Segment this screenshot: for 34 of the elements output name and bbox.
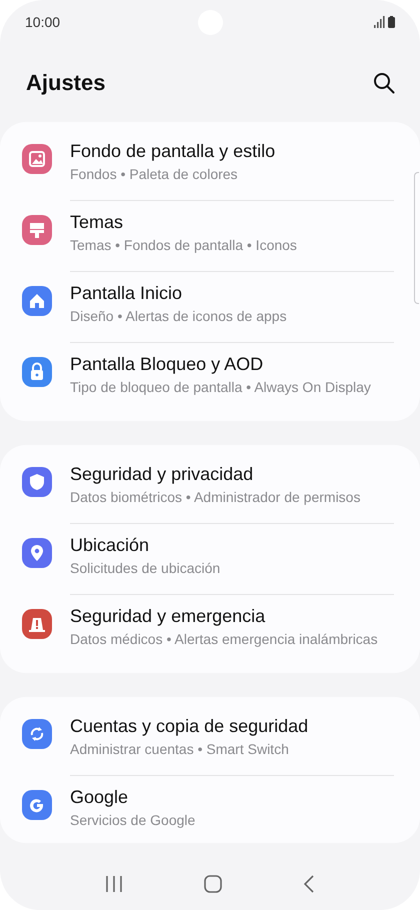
settings-item[interactable]: Ubicación Solicitudes de ubicación xyxy=(0,524,420,595)
settings-item[interactable]: Seguridad y emergencia Datos médicos • Alertas emergencia inalámbricas xyxy=(0,595,420,665)
item-title: Seguridad y emergencia xyxy=(70,605,266,627)
item-title: Pantalla Bloqueo y AOD xyxy=(70,353,264,375)
item-title: Temas xyxy=(70,211,124,233)
settings-item[interactable]: Cuentas y copia de seguridad Administrar cuentas • Smart Switch xyxy=(0,705,420,776)
item-subtitle: Temas • Fondos de pantalla • Iconos xyxy=(70,236,298,255)
settings-item[interactable]: Fondo de pantalla y estilo Fondos • Paleta de colores xyxy=(0,130,420,201)
item-title: Pantalla Inicio xyxy=(70,282,184,304)
settings-item[interactable]: Google Servicios de Google xyxy=(0,776,420,843)
item-subtitle: Servicios de Google xyxy=(70,811,196,830)
item-title: Ubicación xyxy=(70,534,150,556)
item-title: Fondo de pantalla y estilo xyxy=(70,140,276,162)
page-title: Ajustes xyxy=(26,70,106,96)
back-icon[interactable] xyxy=(302,875,315,893)
item-title: Seguridad y privacidad xyxy=(70,463,254,485)
item-subtitle: Tipo de bloqueo de pantalla • Always On Display xyxy=(70,378,372,397)
settings-item[interactable]: Temas Temas • Fondos de pantalla • Iconos xyxy=(0,201,420,272)
settings-item[interactable]: Seguridad y privacidad Datos biométricos • Administrador de permisos xyxy=(0,453,420,524)
settings-item[interactable]: Pantalla Bloqueo y AOD Tipo de bloqueo de pantalla • Always On Display xyxy=(0,343,420,413)
signal-battery-icon xyxy=(374,16,396,28)
status-time: 10:00 xyxy=(25,14,60,30)
home-icon[interactable] xyxy=(204,875,222,893)
item-title: Google xyxy=(70,786,130,808)
search-icon[interactable] xyxy=(373,72,395,94)
recent-apps-icon[interactable] xyxy=(105,876,124,892)
item-title: Cuentas y copia de seguridad xyxy=(70,715,310,737)
settings-item[interactable]: Pantalla Inicio Diseño • Alertas de iconos de apps xyxy=(0,272,420,343)
item-subtitle: Datos biométricos • Administrador de permisos xyxy=(70,488,362,507)
item-subtitle: Fondos • Paleta de colores xyxy=(70,165,239,184)
item-subtitle: Administrar cuentas • Smart Switch xyxy=(70,740,290,759)
item-subtitle: Datos médicos • Alertas emergencia inalámbricas xyxy=(70,630,379,649)
item-subtitle: Solicitudes de ubicación xyxy=(70,559,222,578)
item-subtitle: Diseño • Alertas de iconos de apps xyxy=(70,307,288,326)
